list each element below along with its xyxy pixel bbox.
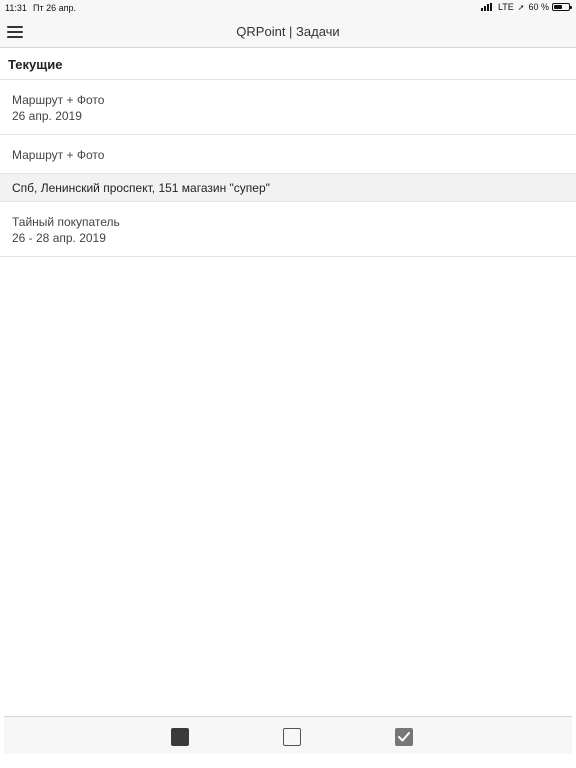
page-title: QRPoint | Задачи [236, 24, 340, 39]
status-right: LTE ➚ 60 % [480, 2, 572, 12]
task-title: Маршрут + Фото [12, 148, 105, 162]
network-type: LTE [497, 2, 514, 12]
group-header: Спб, Ленинский проспект, 151 магазин "су… [0, 174, 576, 202]
task-title: Тайный покупатель [12, 215, 120, 229]
filled-square-icon[interactable] [171, 728, 189, 746]
section-header: Текущие [0, 48, 576, 80]
task-title: Маршрут + Фото [12, 93, 105, 107]
task-item[interactable]: Маршрут + Фото 26 апр. 2019 [0, 80, 576, 135]
nav-bar: QRPoint | Задачи [0, 16, 576, 48]
checked-square-icon[interactable] [395, 728, 413, 746]
status-time: 11:31 [5, 3, 27, 13]
screen: 11:31 Пт 26 апр. LTE ➚ 60 % QRPoint | За… [0, 0, 576, 768]
battery-icon [552, 3, 572, 11]
task-item[interactable]: Маршрут + Фото [0, 135, 576, 174]
checkmark-icon [398, 732, 410, 742]
task-date: 26 - 28 апр. 2019 [12, 231, 106, 245]
tab-bar [4, 716, 572, 754]
signal-icon [480, 3, 492, 11]
battery-percent: 60 % [528, 2, 549, 12]
section-title: Текущие [8, 57, 63, 72]
task-date: 26 апр. 2019 [12, 109, 82, 123]
empty-square-icon[interactable] [283, 728, 301, 746]
battery-fill [554, 5, 563, 9]
task-item[interactable]: Тайный покупатель 26 - 28 апр. 2019 [0, 202, 576, 257]
group-title: Спб, Ленинский проспект, 151 магазин "су… [12, 181, 270, 195]
status-date: Пт 26 апр. [33, 3, 76, 13]
status-bar: 11:31 Пт 26 апр. LTE ➚ 60 % [0, 0, 576, 16]
location-icon: ➚ [517, 2, 525, 12]
